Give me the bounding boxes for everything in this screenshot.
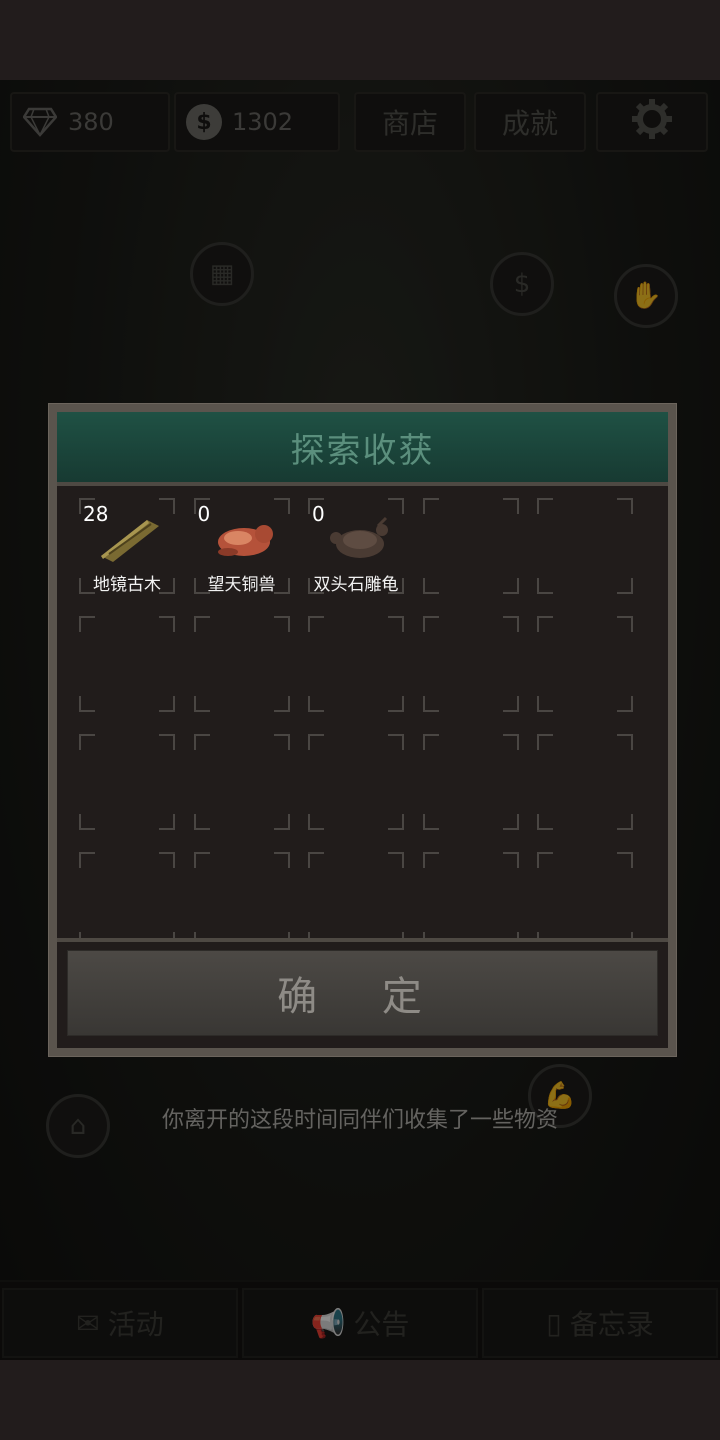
slot-corner bbox=[617, 498, 633, 514]
empty-slot[interactable] bbox=[308, 616, 404, 712]
slot-corner bbox=[79, 814, 95, 830]
slot-corner bbox=[388, 616, 404, 632]
slot-corner bbox=[537, 578, 553, 594]
item-count: 0 bbox=[312, 502, 325, 526]
item-slot[interactable]: 0 双头石雕龟 bbox=[308, 498, 404, 595]
slot-corner bbox=[422, 696, 439, 712]
dialog-title: 探索收获 bbox=[290, 430, 435, 471]
stone-turtle-icon bbox=[328, 516, 390, 562]
slot-corner bbox=[308, 696, 324, 712]
screen: 380 $ 1302 商店 成就 ▦ $ ✋ ⌂ 💪 你离开的这段时间同伴们收集… bbox=[0, 0, 720, 1440]
slot-corner bbox=[422, 852, 439, 868]
empty-slot[interactable] bbox=[193, 734, 290, 830]
slot-corner bbox=[422, 616, 439, 632]
slot-corner bbox=[308, 616, 324, 632]
empty-slot[interactable] bbox=[422, 852, 519, 938]
slot-corner bbox=[193, 696, 210, 712]
divider bbox=[57, 938, 668, 942]
slot-corner bbox=[617, 696, 633, 712]
exploration-rewards-dialog: 探索收获 28 地镜古木 0 望天铜兽 0 双头石雕龟 确 定 bbox=[48, 403, 677, 1057]
empty-slot[interactable] bbox=[308, 734, 404, 830]
slot-corner bbox=[388, 814, 404, 830]
confirm-label: 确 定 bbox=[277, 974, 448, 1020]
empty-slot[interactable] bbox=[422, 734, 519, 830]
slot-corner bbox=[617, 734, 633, 750]
slot-corner bbox=[159, 814, 175, 830]
slot-corner bbox=[537, 498, 553, 514]
slot-corner bbox=[79, 734, 95, 750]
slot-corner bbox=[422, 734, 439, 750]
dialog-header: 探索收获 bbox=[57, 412, 668, 486]
slot-corner bbox=[502, 852, 519, 868]
slot-corner bbox=[502, 696, 519, 712]
item-name: 地镜古木 bbox=[93, 575, 161, 595]
slot-corner bbox=[502, 814, 519, 830]
empty-slot[interactable] bbox=[193, 616, 290, 712]
slot-corner bbox=[308, 852, 324, 868]
slot-corner bbox=[273, 734, 290, 750]
slot-corner bbox=[502, 734, 519, 750]
slot-corner bbox=[79, 696, 95, 712]
slot-corner bbox=[273, 852, 290, 868]
slot-corner bbox=[308, 734, 324, 750]
confirm-button[interactable]: 确 定 bbox=[67, 950, 658, 1036]
slot-corner bbox=[193, 814, 210, 830]
slot-corner bbox=[273, 696, 290, 712]
item-count: 0 bbox=[197, 502, 211, 526]
dialog-body: 探索收获 28 地镜古木 0 望天铜兽 0 双头石雕龟 确 定 bbox=[57, 412, 668, 1048]
slot-corner bbox=[193, 616, 210, 632]
slot-corner bbox=[159, 616, 175, 632]
empty-slot[interactable] bbox=[308, 852, 404, 938]
slot-corner bbox=[537, 734, 553, 750]
slot-corner bbox=[159, 734, 175, 750]
empty-slot[interactable] bbox=[79, 616, 175, 712]
bronze-beast-icon bbox=[214, 516, 276, 562]
empty-slot[interactable] bbox=[537, 734, 633, 830]
slot-corner bbox=[273, 498, 290, 514]
empty-slot[interactable] bbox=[193, 852, 290, 938]
slot-corner bbox=[422, 498, 439, 514]
slot-corner bbox=[537, 616, 553, 632]
item-name: 望天铜兽 bbox=[207, 575, 276, 595]
slot-corner bbox=[502, 616, 519, 632]
item-slot[interactable]: 28 地镜古木 bbox=[79, 498, 175, 595]
slot-corner bbox=[159, 498, 175, 514]
slot-corner bbox=[388, 696, 404, 712]
slot-corner bbox=[273, 814, 290, 830]
empty-slot[interactable] bbox=[422, 498, 519, 594]
slot-corner bbox=[193, 852, 210, 868]
item-name: 双头石雕龟 bbox=[313, 575, 399, 595]
empty-slot[interactable] bbox=[537, 616, 633, 712]
item-grid: 28 地镜古木 0 望天铜兽 0 双头石雕龟 bbox=[79, 498, 649, 938]
item-count: 28 bbox=[83, 502, 109, 526]
slot-corner bbox=[273, 616, 290, 632]
slot-corner bbox=[193, 734, 210, 750]
slot-corner bbox=[617, 814, 633, 830]
slot-corner bbox=[422, 578, 439, 594]
slot-corner bbox=[388, 498, 404, 514]
item-slot[interactable]: 0 望天铜兽 bbox=[193, 498, 290, 595]
slot-corner bbox=[617, 616, 633, 632]
slot-corner bbox=[422, 814, 439, 830]
slot-corner bbox=[159, 852, 175, 868]
empty-slot[interactable] bbox=[537, 498, 633, 594]
empty-slot[interactable] bbox=[79, 852, 175, 938]
slot-corner bbox=[502, 578, 519, 594]
slot-corner bbox=[308, 814, 324, 830]
slot-corner bbox=[502, 498, 519, 514]
slot-corner bbox=[617, 578, 633, 594]
slot-corner bbox=[388, 734, 404, 750]
slot-corner bbox=[537, 814, 553, 830]
empty-slot[interactable] bbox=[422, 616, 519, 712]
empty-slot[interactable] bbox=[79, 734, 175, 830]
slot-corner bbox=[79, 852, 95, 868]
slot-corner bbox=[159, 696, 175, 712]
slot-corner bbox=[388, 852, 404, 868]
empty-slot[interactable] bbox=[537, 852, 633, 938]
slot-corner bbox=[537, 852, 553, 868]
slot-corner bbox=[79, 616, 95, 632]
slot-corner bbox=[537, 696, 553, 712]
slot-corner bbox=[617, 852, 633, 868]
